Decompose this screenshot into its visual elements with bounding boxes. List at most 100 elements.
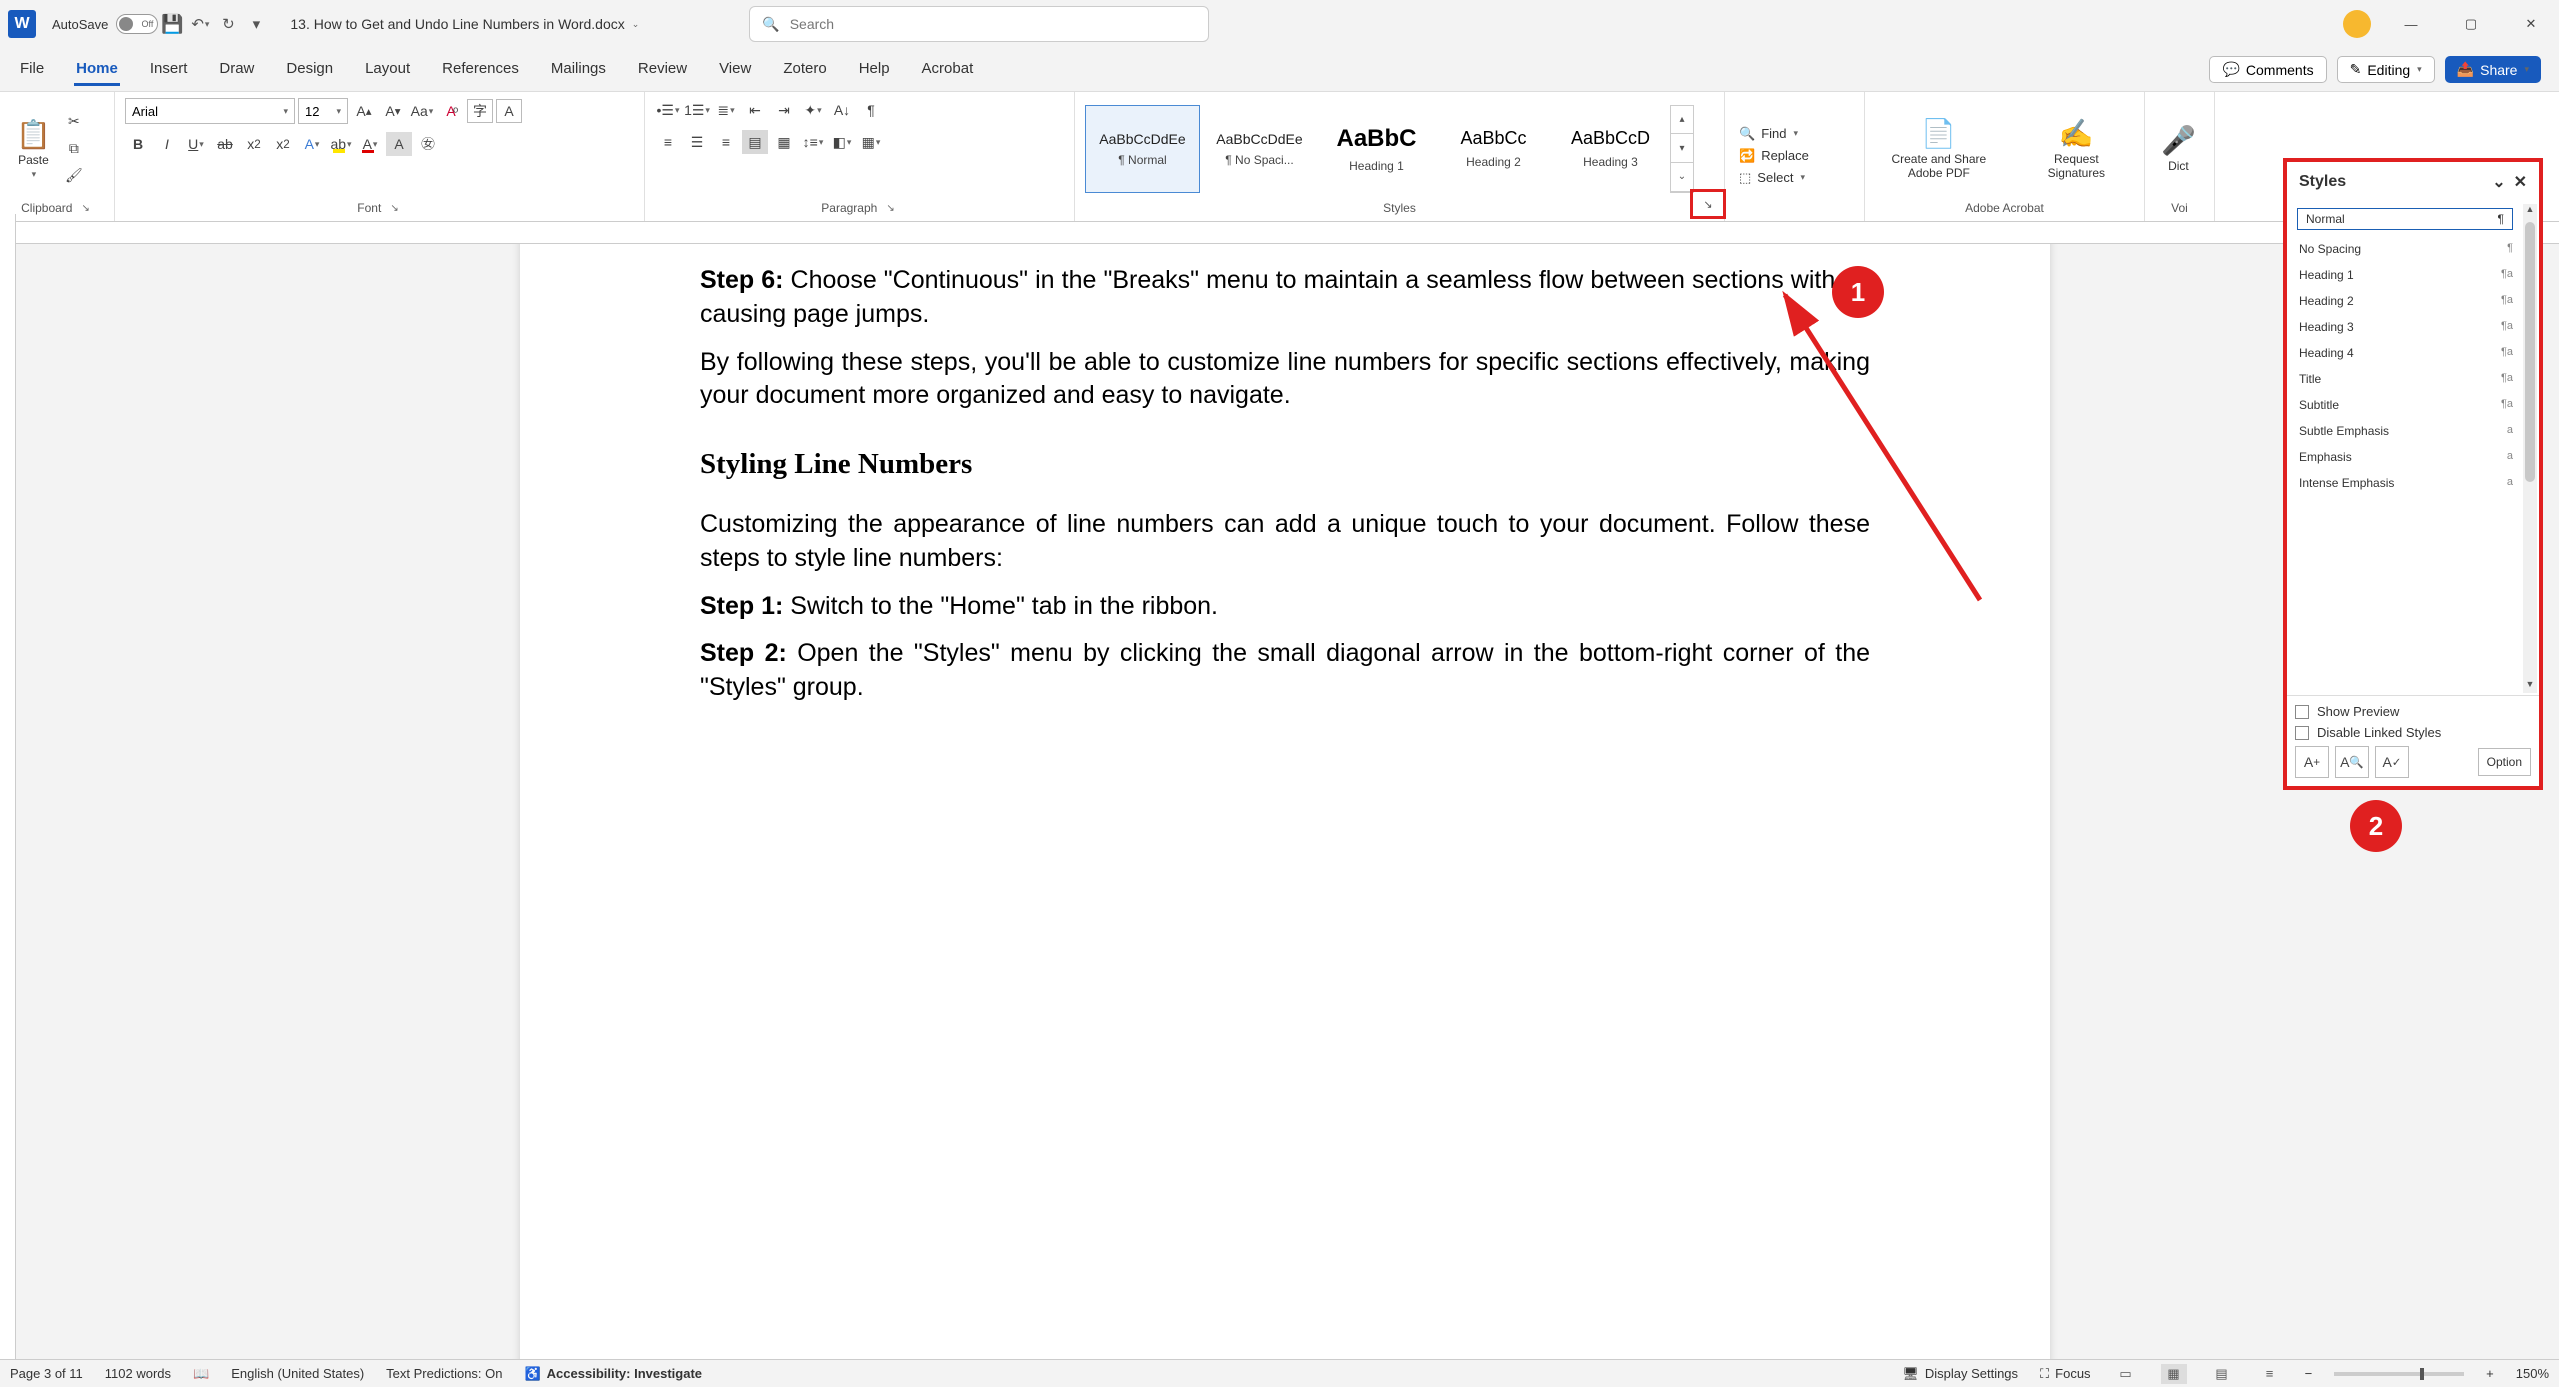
- style-normal[interactable]: AaBbCcDdEe¶ Normal: [1085, 105, 1200, 193]
- style-no-spacing[interactable]: AaBbCcDdEe¶ No Spaci...: [1202, 105, 1317, 193]
- underline-button[interactable]: U▾: [183, 132, 209, 156]
- asian-layout-button[interactable]: ✦▾: [800, 98, 826, 122]
- change-case-button[interactable]: Aa▾: [409, 99, 435, 123]
- copy-button[interactable]: ⧉: [61, 137, 87, 161]
- format-painter-button[interactable]: 🖌: [61, 164, 87, 188]
- replace-button[interactable]: 🔁Replace: [1735, 146, 1813, 166]
- vertical-ruler[interactable]: [0, 214, 16, 1359]
- font-launcher[interactable]: ↘: [387, 202, 401, 215]
- tab-mailings[interactable]: Mailings: [549, 54, 608, 86]
- character-shading-button[interactable]: A: [386, 132, 412, 156]
- style-item-emphasis[interactable]: Emphasisa: [2295, 444, 2531, 470]
- style-item-subtitle[interactable]: Subtitle¶a: [2295, 392, 2531, 418]
- outline-view-button[interactable]: ≡: [2257, 1364, 2283, 1384]
- styles-options-button[interactable]: Option: [2478, 748, 2531, 776]
- clear-formatting-button[interactable]: Aͦ: [438, 99, 464, 123]
- style-item-no-spacing[interactable]: No Spacing¶: [2295, 236, 2531, 262]
- document-page[interactable]: Step 6: Choose "Continuous" in the "Brea…: [520, 244, 2050, 1359]
- tab-layout[interactable]: Layout: [363, 54, 412, 86]
- spellcheck-icon[interactable]: 📖: [193, 1366, 209, 1382]
- styles-gallery-more[interactable]: ▴▾⌄: [1670, 105, 1694, 193]
- show-preview-checkbox[interactable]: Show Preview: [2295, 704, 2531, 719]
- tab-zotero[interactable]: Zotero: [781, 54, 828, 86]
- document-title[interactable]: 13. How to Get and Undo Line Numbers in …: [290, 16, 639, 32]
- zoom-in-button[interactable]: +: [2486, 1366, 2494, 1381]
- tab-view[interactable]: View: [717, 54, 753, 86]
- focus-mode-button[interactable]: ⛶ Focus: [2040, 1366, 2091, 1382]
- text-effects-button[interactable]: A▾: [299, 132, 325, 156]
- numbering-button[interactable]: 1☰▾: [684, 98, 710, 122]
- superscript-button[interactable]: x2: [270, 132, 296, 156]
- tab-home[interactable]: Home: [74, 54, 120, 86]
- zoom-slider[interactable]: [2334, 1372, 2464, 1376]
- style-item-subtle-emphasis[interactable]: Subtle Emphasisa: [2295, 418, 2531, 444]
- user-avatar[interactable]: [2343, 10, 2371, 38]
- close-button[interactable]: ✕: [2511, 8, 2551, 40]
- print-layout-button[interactable]: ▦: [2161, 1364, 2187, 1384]
- scrollbar-thumb[interactable]: [2525, 222, 2535, 482]
- style-item-heading-2[interactable]: Heading 2¶a: [2295, 288, 2531, 314]
- character-border-button[interactable]: A: [496, 99, 522, 123]
- style-item-heading-3[interactable]: Heading 3¶a: [2295, 314, 2531, 340]
- sort-button[interactable]: A↓: [829, 98, 855, 122]
- increase-indent-button[interactable]: ⇥: [771, 98, 797, 122]
- tab-design[interactable]: Design: [284, 54, 335, 86]
- styles-launcher[interactable]: ↘: [1690, 189, 1726, 219]
- tab-help[interactable]: Help: [857, 54, 892, 86]
- request-signatures-button[interactable]: ✍ Request Signatures: [2019, 113, 2134, 184]
- undo-button[interactable]: ↶▾: [188, 12, 212, 36]
- web-layout-button[interactable]: ▤: [2209, 1364, 2235, 1384]
- comments-button[interactable]: 💬 Comments: [2209, 56, 2326, 83]
- select-button[interactable]: ⬚Select ▾: [1735, 168, 1813, 188]
- paragraph-launcher[interactable]: ↘: [883, 202, 897, 215]
- clipboard-launcher[interactable]: ↘: [78, 202, 92, 215]
- borders-button[interactable]: ▦▾: [858, 130, 884, 154]
- share-button[interactable]: 📤 Share ▾: [2445, 56, 2541, 83]
- justify-button[interactable]: ▤: [742, 130, 768, 154]
- manage-styles-button[interactable]: A✓: [2375, 746, 2409, 778]
- pane-collapse-button[interactable]: ⌄: [2492, 172, 2505, 192]
- bullets-button[interactable]: •☰▾: [655, 98, 681, 122]
- align-center-button[interactable]: ☰: [684, 130, 710, 154]
- disable-linked-styles-checkbox[interactable]: Disable Linked Styles: [2295, 725, 2531, 740]
- autosave-toggle[interactable]: AutoSave Off: [52, 14, 158, 34]
- pane-close-button[interactable]: ✕: [2514, 172, 2527, 192]
- restore-button[interactable]: ▢: [2451, 8, 2491, 40]
- paste-button[interactable]: 📋 Paste ▾: [10, 114, 57, 184]
- customize-qat-button[interactable]: ▾: [244, 12, 268, 36]
- scroll-down-icon[interactable]: ▼: [2523, 679, 2537, 693]
- word-count[interactable]: 1102 words: [105, 1366, 171, 1381]
- minimize-button[interactable]: —: [2391, 8, 2431, 40]
- styles-gallery[interactable]: AaBbCcDdEe¶ Normal AaBbCcDdEe¶ No Spaci.…: [1085, 105, 1694, 193]
- tab-acrobat[interactable]: Acrobat: [920, 54, 976, 86]
- grow-font-button[interactable]: A▴: [351, 99, 377, 123]
- style-item-heading-4[interactable]: Heading 4¶a: [2295, 340, 2531, 366]
- font-name-combo[interactable]: Arial▾: [125, 98, 295, 124]
- create-share-pdf-button[interactable]: 📄 Create and Share Adobe PDF: [1875, 113, 2003, 184]
- scroll-up-icon[interactable]: ▲: [2523, 204, 2537, 218]
- save-button[interactable]: 💾: [160, 12, 184, 36]
- page-indicator[interactable]: Page 3 of 11: [10, 1366, 83, 1381]
- decrease-indent-button[interactable]: ⇤: [742, 98, 768, 122]
- pane-scrollbar[interactable]: ▲ ▼: [2523, 204, 2537, 693]
- show-paragraph-marks-button[interactable]: ¶: [858, 98, 884, 122]
- subscript-button[interactable]: x2: [241, 132, 267, 156]
- dictate-button[interactable]: 🎤 Dict: [2155, 120, 2202, 177]
- zoom-out-button[interactable]: −: [2305, 1366, 2313, 1381]
- tab-draw[interactable]: Draw: [217, 54, 256, 86]
- multilevel-list-button[interactable]: ≣▾: [713, 98, 739, 122]
- read-mode-button[interactable]: ▭: [2113, 1364, 2139, 1384]
- style-heading-1[interactable]: AaBbCHeading 1: [1319, 105, 1434, 193]
- style-heading-3[interactable]: AaBbCcDHeading 3: [1553, 105, 1668, 193]
- search-input[interactable]: 🔍 Search: [749, 6, 1209, 42]
- redo-button[interactable]: ↻: [216, 12, 240, 36]
- highlight-color-button[interactable]: ab▾: [328, 132, 354, 156]
- find-button[interactable]: 🔍Find ▾: [1735, 124, 1813, 144]
- tab-file[interactable]: File: [18, 54, 46, 86]
- current-style-box[interactable]: Normal¶: [2297, 208, 2513, 230]
- align-right-button[interactable]: ≡: [713, 130, 739, 154]
- tab-references[interactable]: References: [440, 54, 521, 86]
- style-heading-2[interactable]: AaBbCcHeading 2: [1436, 105, 1551, 193]
- tab-review[interactable]: Review: [636, 54, 689, 86]
- language-indicator[interactable]: English (United States): [231, 1366, 364, 1381]
